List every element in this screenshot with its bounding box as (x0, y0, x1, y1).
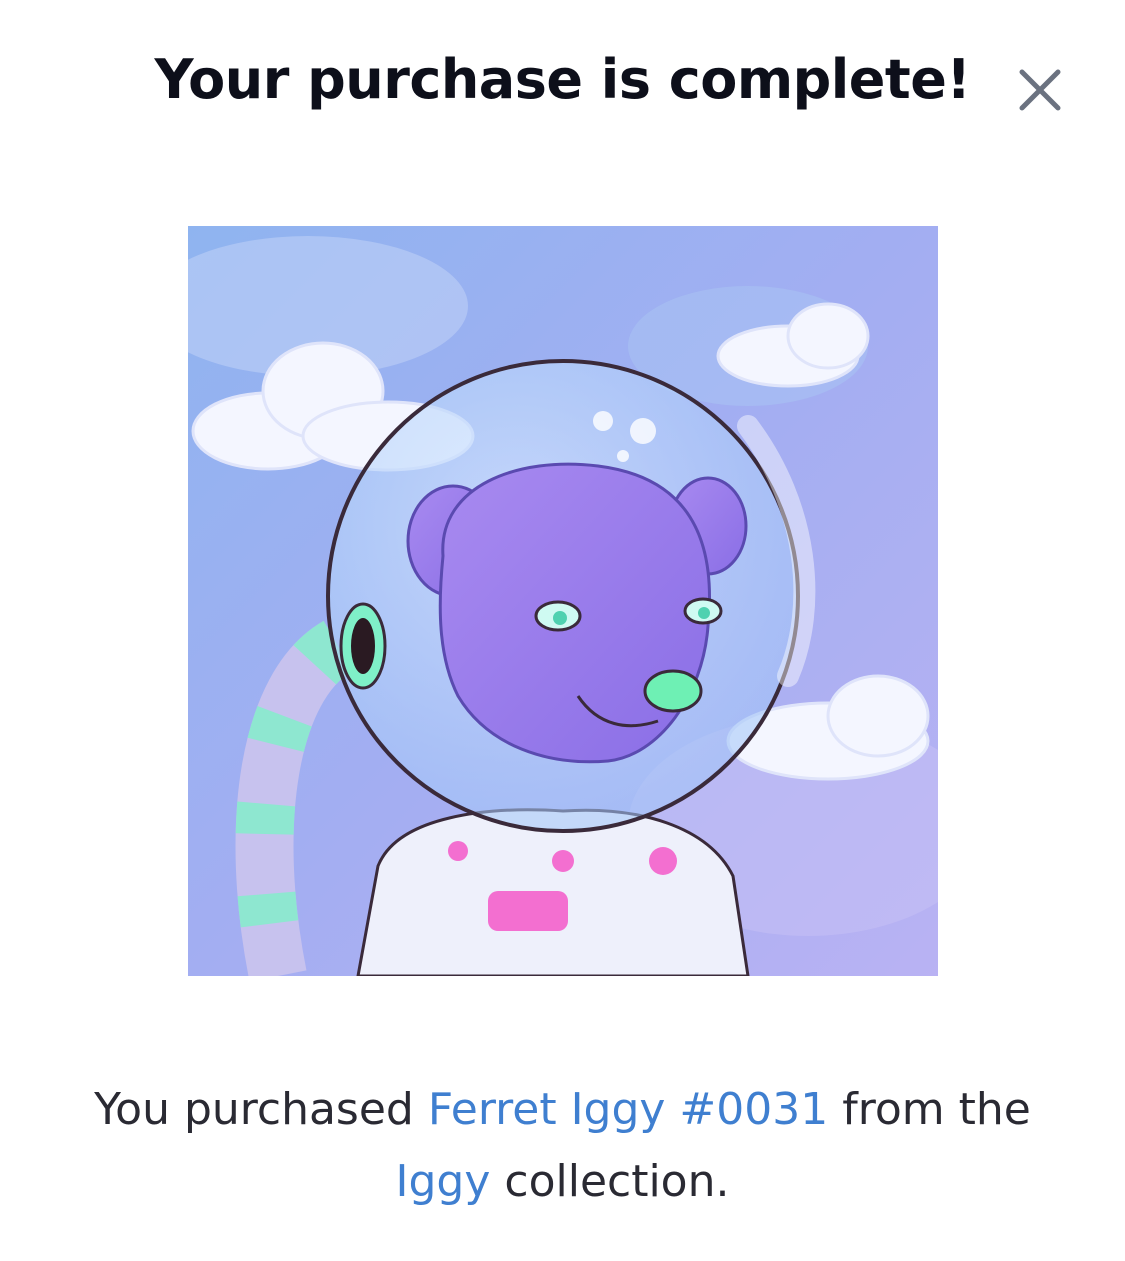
close-icon (1019, 69, 1061, 111)
modal-title: Your purchase is complete! (154, 48, 971, 111)
collection-link[interactable]: Iggy (396, 1156, 491, 1207)
close-button[interactable] (1012, 62, 1068, 118)
message-suffix: collection. (490, 1156, 730, 1207)
purchase-complete-modal: Your purchase is complete! You purchased… (0, 0, 1125, 1261)
nft-name-link[interactable]: Ferret Iggy #0031 (428, 1084, 828, 1135)
nft-artwork-image (188, 226, 938, 976)
message-prefix: You purchased (94, 1084, 428, 1135)
purchase-message: You purchased Ferret Iggy #0031 from the… (40, 1074, 1085, 1218)
message-middle: from the (828, 1084, 1031, 1135)
